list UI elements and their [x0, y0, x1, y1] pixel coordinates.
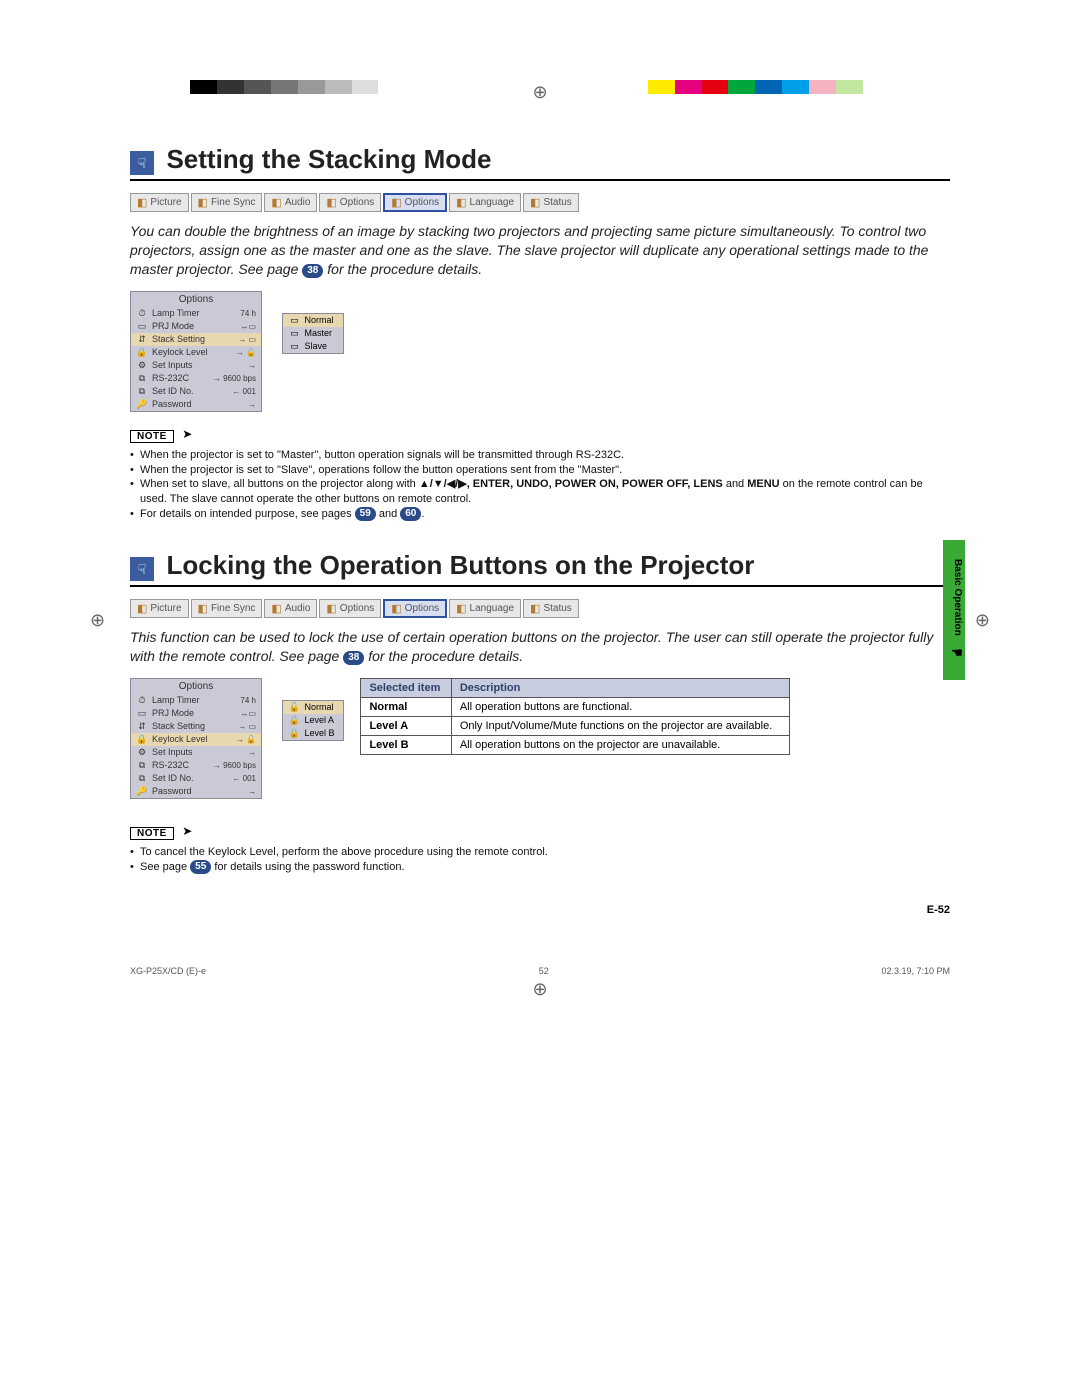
osd-title-1: Options [179, 294, 213, 305]
osd-screenshot-2: Options ⏱Lamp Timer74 h▭PRJ Mode↔▭⇵Stack… [130, 678, 344, 799]
menu-tab: ◧Audio [264, 193, 317, 212]
note-item: When set to slave, all buttons on the pr… [130, 477, 950, 507]
crop-mark-top: ⊕ [532, 82, 547, 103]
menu-tab: ◧Language [449, 193, 521, 212]
osd-sub-row: ▭Slave [283, 340, 343, 353]
menu-tab: ◧Status [523, 599, 579, 618]
title-rule [130, 179, 950, 181]
footer-left: XG-P25X/CD (E)-e [130, 966, 206, 976]
note-label-1: NOTE [130, 430, 174, 443]
osd-row: 🔑Password→ [131, 785, 261, 798]
osd-sub-row: 🔓Normal [283, 701, 343, 714]
table-head-item: Selected item [361, 678, 451, 697]
crop-mark-bottom: ⊕ [532, 979, 547, 1000]
osd-title-2: Options [179, 681, 213, 692]
osd-sub-row: ▭Master [283, 327, 343, 340]
page-number: E-52 [130, 904, 950, 916]
menu-tabs-2: ◧Picture◧Fine Sync◧Audio◧Options◧Options… [130, 599, 950, 618]
note-item: For details on intended purpose, see pag… [130, 507, 950, 522]
osd-row: ⇵Stack Setting→ ▭ [131, 333, 261, 346]
osd-row: ▭PRJ Mode↔▭ [131, 320, 261, 333]
osd-row: ⧉Set ID No.← 001 [131, 772, 261, 785]
note-arrow-icon: ➤ [182, 824, 192, 838]
note-item: To cancel the Keylock Level, perform the… [130, 845, 950, 860]
table-row: Level AOnly Input/Volume/Mute functions … [361, 716, 790, 735]
section-title-2: Locking the Operation Buttons on the Pro… [166, 550, 754, 581]
menu-tab: ◧Picture [130, 599, 189, 618]
section2-body: This function can be used to lock the us… [130, 628, 950, 666]
menu-tab: ◧Options [319, 193, 381, 212]
osd-sub-row: 🔒Level B [283, 727, 343, 740]
menu-tab: ◧Options [319, 599, 381, 618]
osd-row: 🔒Keylock Level→ 🔓 [131, 346, 261, 359]
section1-body: You can double the brightness of an imag… [130, 222, 950, 279]
table-row: NormalAll operation buttons are function… [361, 697, 790, 716]
page-ref-38a: 38 [302, 264, 323, 278]
osd-row: 🔑Password→ [131, 398, 261, 411]
osd-row: ⧉RS-232C→ 9600 bps [131, 372, 261, 385]
osd-row: 🔒Keylock Level→ 🔓 [131, 733, 261, 746]
side-tab: Basic Operation ☚ [943, 540, 965, 680]
osd-row: ⇵Stack Setting→ ▭ [131, 720, 261, 733]
osd-row: ⚙Set Inputs→ [131, 746, 261, 759]
notes-list-1: When the projector is set to "Master", b… [130, 448, 950, 522]
menu-tabs-1: ◧Picture◧Fine Sync◧Audio◧Options◧Options… [130, 193, 950, 212]
note-item: See page 55 for details using the passwo… [130, 860, 950, 875]
osd-sub-row: 🔒Level A [283, 714, 343, 727]
table-row: Level BAll operation buttons on the proj… [361, 735, 790, 754]
osd-row: ⏱Lamp Timer74 h [131, 694, 261, 707]
menu-tab: ◧Fine Sync [191, 193, 263, 212]
note-item: When the projector is set to "Master", b… [130, 448, 950, 463]
menu-tab: ◧Audio [264, 599, 317, 618]
menu-tab: ◧Status [523, 193, 579, 212]
note-arrow-icon: ➤ [182, 427, 192, 441]
notes-list-2: To cancel the Keylock Level, perform the… [130, 845, 950, 875]
osd-screenshot-1: Options ⏱Lamp Timer74 h▭PRJ Mode↔▭⇵Stack… [130, 291, 344, 412]
note-label-2: NOTE [130, 827, 174, 840]
section-icon: ☟ [130, 151, 154, 175]
menu-tab: ◧Language [449, 599, 521, 618]
menu-tab: ◧Picture [130, 193, 189, 212]
footer-center: 52 [539, 966, 549, 976]
section-icon: ☟ [130, 557, 154, 581]
menu-tab: ◧Options [383, 599, 447, 618]
osd-row: ⧉Set ID No.← 001 [131, 385, 261, 398]
crop-mark-right: ⊕ [975, 610, 990, 631]
page-ref-38b: 38 [343, 651, 364, 665]
title-rule [130, 585, 950, 587]
menu-tab: ◧Options [383, 193, 447, 212]
crop-mark-left: ⊕ [90, 610, 105, 631]
footer: XG-P25X/CD (E)-e 52 02.3.19, 7:10 PM [130, 966, 950, 976]
section-title-1: Setting the Stacking Mode [166, 144, 491, 175]
table-head-desc: Description [451, 678, 790, 697]
osd-row: ⚙Set Inputs→ [131, 359, 261, 372]
menu-tab: ◧Fine Sync [191, 599, 263, 618]
keylock-description-table: Selected item Description NormalAll oper… [360, 678, 790, 755]
note-item: When the projector is set to "Slave", op… [130, 463, 950, 478]
osd-sub-row: ▭Normal [283, 314, 343, 327]
osd-row: ⏱Lamp Timer74 h [131, 307, 261, 320]
osd-row: ▭PRJ Mode↔▭ [131, 707, 261, 720]
osd-row: ⧉RS-232C→ 9600 bps [131, 759, 261, 772]
footer-right: 02.3.19, 7:10 PM [881, 966, 950, 976]
